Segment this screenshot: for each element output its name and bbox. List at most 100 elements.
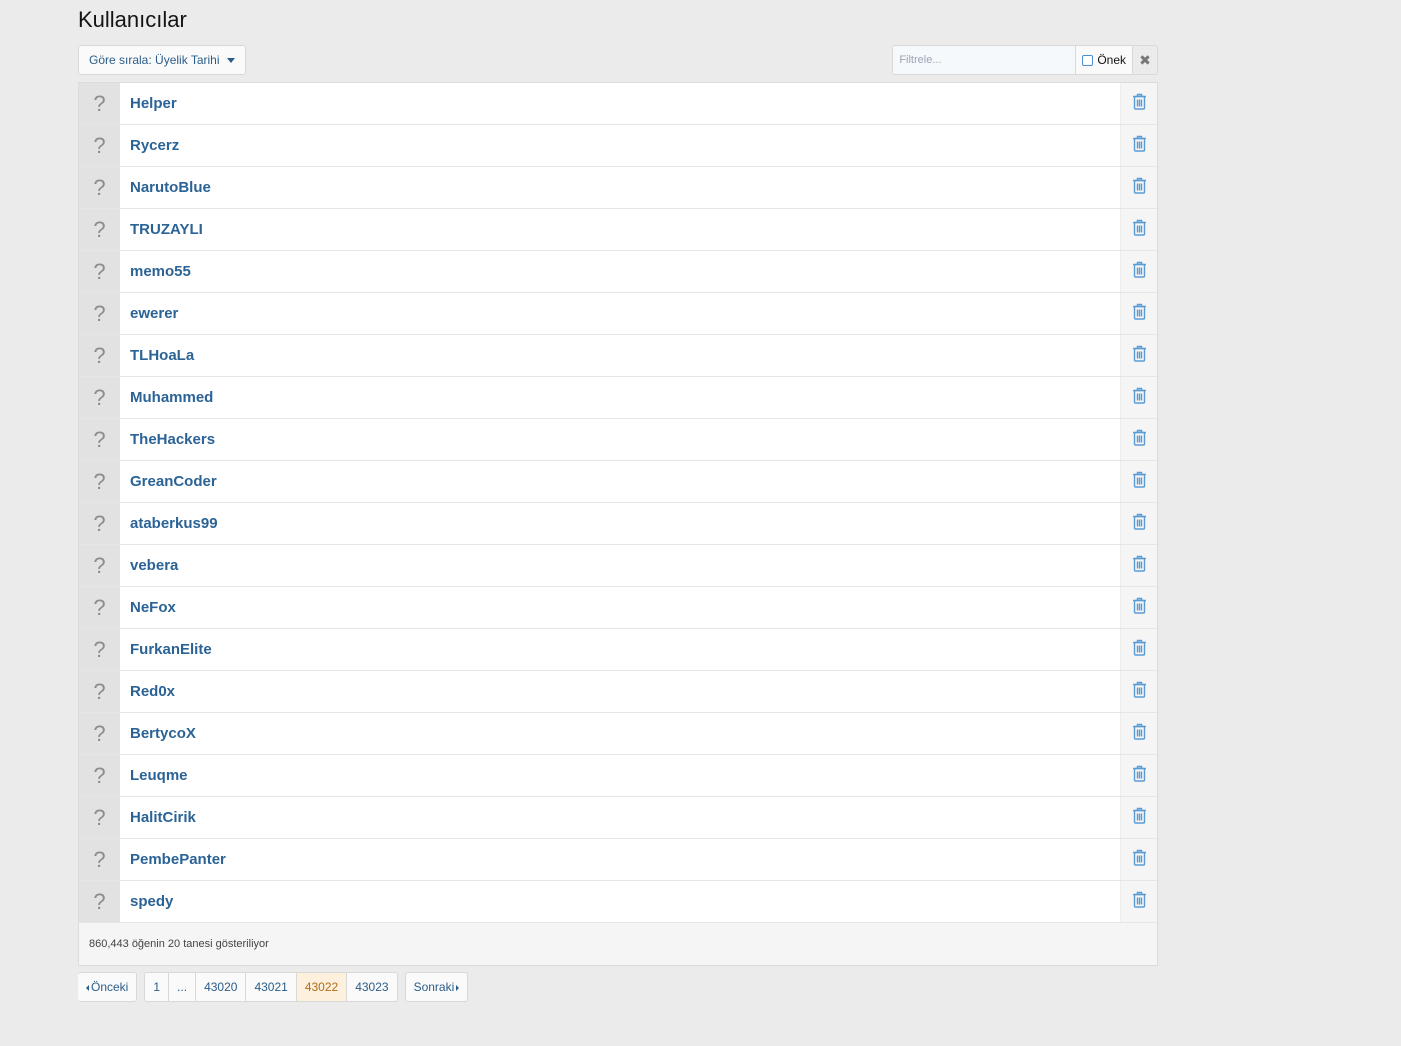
delete-user-button[interactable] xyxy=(1120,209,1157,250)
page-title: Kullanıcılar xyxy=(78,7,187,32)
page-button[interactable]: 43021 xyxy=(245,973,296,1001)
user-name-link[interactable]: NarutoBlue xyxy=(120,167,1120,208)
delete-user-button[interactable] xyxy=(1120,797,1157,838)
question-mark-icon[interactable]: ? xyxy=(79,587,120,628)
close-icon: ✖ xyxy=(1139,51,1151,68)
trash-icon xyxy=(1132,723,1147,745)
delete-user-button[interactable] xyxy=(1120,629,1157,670)
question-mark-icon[interactable]: ? xyxy=(79,461,120,502)
page-number-group: 1... 43020 43021 43022 43023 xyxy=(144,972,398,1002)
question-mark-icon[interactable]: ? xyxy=(79,377,120,418)
user-name-link[interactable]: vebera xyxy=(120,545,1120,586)
question-mark-icon[interactable]: ? xyxy=(79,419,120,460)
next-page-button[interactable]: Sonraki xyxy=(404,972,469,1002)
user-name-link[interactable]: ataberkus99 xyxy=(120,503,1120,544)
question-mark-icon[interactable]: ? xyxy=(79,713,120,754)
user-name-link[interactable]: Muhammed xyxy=(120,377,1120,418)
user-name-link[interactable]: BertycoX xyxy=(120,713,1120,754)
delete-user-button[interactable] xyxy=(1120,125,1157,166)
trash-icon xyxy=(1132,177,1147,199)
delete-user-button[interactable] xyxy=(1120,671,1157,712)
delete-user-button[interactable] xyxy=(1120,461,1157,502)
question-mark-icon[interactable]: ? xyxy=(79,503,120,544)
question-mark-icon[interactable]: ? xyxy=(79,167,120,208)
trash-icon xyxy=(1132,555,1147,577)
question-mark-icon[interactable]: ? xyxy=(79,545,120,586)
page-ellipsis[interactable]: ... xyxy=(168,973,196,1001)
user-name-link[interactable]: NeFox xyxy=(120,587,1120,628)
user-row: ? PembePanter xyxy=(79,839,1157,881)
user-name-link[interactable]: PembePanter xyxy=(120,839,1120,880)
page-button[interactable]: 43023 xyxy=(346,973,397,1001)
delete-user-button[interactable] xyxy=(1120,545,1157,586)
prefix-toggle[interactable]: Önek xyxy=(1075,46,1132,74)
delete-user-button[interactable] xyxy=(1120,419,1157,460)
user-row: ? HalitCirik xyxy=(79,797,1157,839)
delete-user-button[interactable] xyxy=(1120,713,1157,754)
question-mark-icon[interactable]: ? xyxy=(79,83,120,124)
delete-user-button[interactable] xyxy=(1120,755,1157,796)
delete-user-button[interactable] xyxy=(1120,293,1157,334)
user-name-link[interactable]: HalitCirik xyxy=(120,797,1120,838)
delete-user-button[interactable] xyxy=(1120,167,1157,208)
user-row: ? vebera xyxy=(79,545,1157,587)
delete-user-button[interactable] xyxy=(1120,83,1157,124)
user-name-link[interactable]: Helper xyxy=(120,83,1120,124)
prev-page-button[interactable]: Önceki xyxy=(78,972,138,1002)
trash-icon xyxy=(1132,681,1147,703)
user-name-link[interactable]: TheHackers xyxy=(120,419,1120,460)
user-name-link[interactable]: spedy xyxy=(120,881,1120,922)
user-row: ? Rycerz xyxy=(79,125,1157,167)
page-button[interactable]: 1 xyxy=(145,973,169,1001)
filter-input[interactable] xyxy=(893,46,1076,74)
delete-user-button[interactable] xyxy=(1120,503,1157,544)
user-name-link[interactable]: Leuqme xyxy=(120,755,1120,796)
user-name-link[interactable]: memo55 xyxy=(120,251,1120,292)
trash-icon xyxy=(1132,219,1147,241)
user-list: ? Helper? Rycerz? NarutoBlue? TRUZAYLI? memo5… xyxy=(78,82,1158,966)
page-button[interactable]: 43022 xyxy=(295,973,347,1001)
question-mark-icon[interactable]: ? xyxy=(79,797,120,838)
question-mark-icon[interactable]: ? xyxy=(79,881,120,922)
user-name-link[interactable]: FurkanElite xyxy=(120,629,1120,670)
trash-icon xyxy=(1132,765,1147,787)
user-name-link[interactable]: TLHoaLa xyxy=(120,335,1120,376)
delete-user-button[interactable] xyxy=(1120,377,1157,418)
delete-user-button[interactable] xyxy=(1120,881,1157,922)
question-mark-icon[interactable]: ? xyxy=(79,125,120,166)
clear-filter-button[interactable]: ✖ xyxy=(1132,46,1157,74)
page-button[interactable]: 43020 xyxy=(195,973,246,1001)
chevron-left-icon xyxy=(86,984,89,991)
user-row: ? GreanCoder xyxy=(79,461,1157,503)
delete-user-button[interactable] xyxy=(1120,587,1157,628)
delete-user-button[interactable] xyxy=(1120,839,1157,880)
delete-user-button[interactable] xyxy=(1120,251,1157,292)
question-mark-icon[interactable]: ? xyxy=(79,209,120,250)
sort-dropdown-button[interactable]: Göre sırala: Üyelik Tarihi xyxy=(78,45,246,75)
question-mark-icon[interactable]: ? xyxy=(79,671,120,712)
trash-icon xyxy=(1132,639,1147,661)
trash-icon xyxy=(1132,807,1147,829)
user-name-link[interactable]: TRUZAYLI xyxy=(120,209,1120,250)
sort-label: Göre sırala: Üyelik Tarihi xyxy=(89,53,220,67)
prev-page-label: Önceki xyxy=(91,980,129,994)
delete-user-button[interactable] xyxy=(1120,335,1157,376)
question-mark-icon[interactable]: ? xyxy=(79,335,120,376)
trash-icon xyxy=(1132,135,1147,157)
trash-icon xyxy=(1132,849,1147,871)
trash-icon xyxy=(1132,345,1147,367)
user-row: ? BertycoX xyxy=(79,713,1157,755)
user-name-link[interactable]: ewerer xyxy=(120,293,1120,334)
main-container: Kullanıcılar Göre sırala: Üyelik Tarihi … xyxy=(78,0,1158,1002)
user-row: ? FurkanElite xyxy=(79,629,1157,671)
user-name-link[interactable]: Red0x xyxy=(120,671,1120,712)
question-mark-icon[interactable]: ? xyxy=(79,629,120,670)
question-mark-icon[interactable]: ? xyxy=(79,755,120,796)
question-mark-icon[interactable]: ? xyxy=(79,293,120,334)
user-row: ? NeFox xyxy=(79,587,1157,629)
user-name-link[interactable]: Rycerz xyxy=(120,125,1120,166)
question-mark-icon[interactable]: ? xyxy=(79,251,120,292)
prefix-checkbox[interactable] xyxy=(1082,54,1094,66)
user-name-link[interactable]: GreanCoder xyxy=(120,461,1120,502)
question-mark-icon[interactable]: ? xyxy=(79,839,120,880)
